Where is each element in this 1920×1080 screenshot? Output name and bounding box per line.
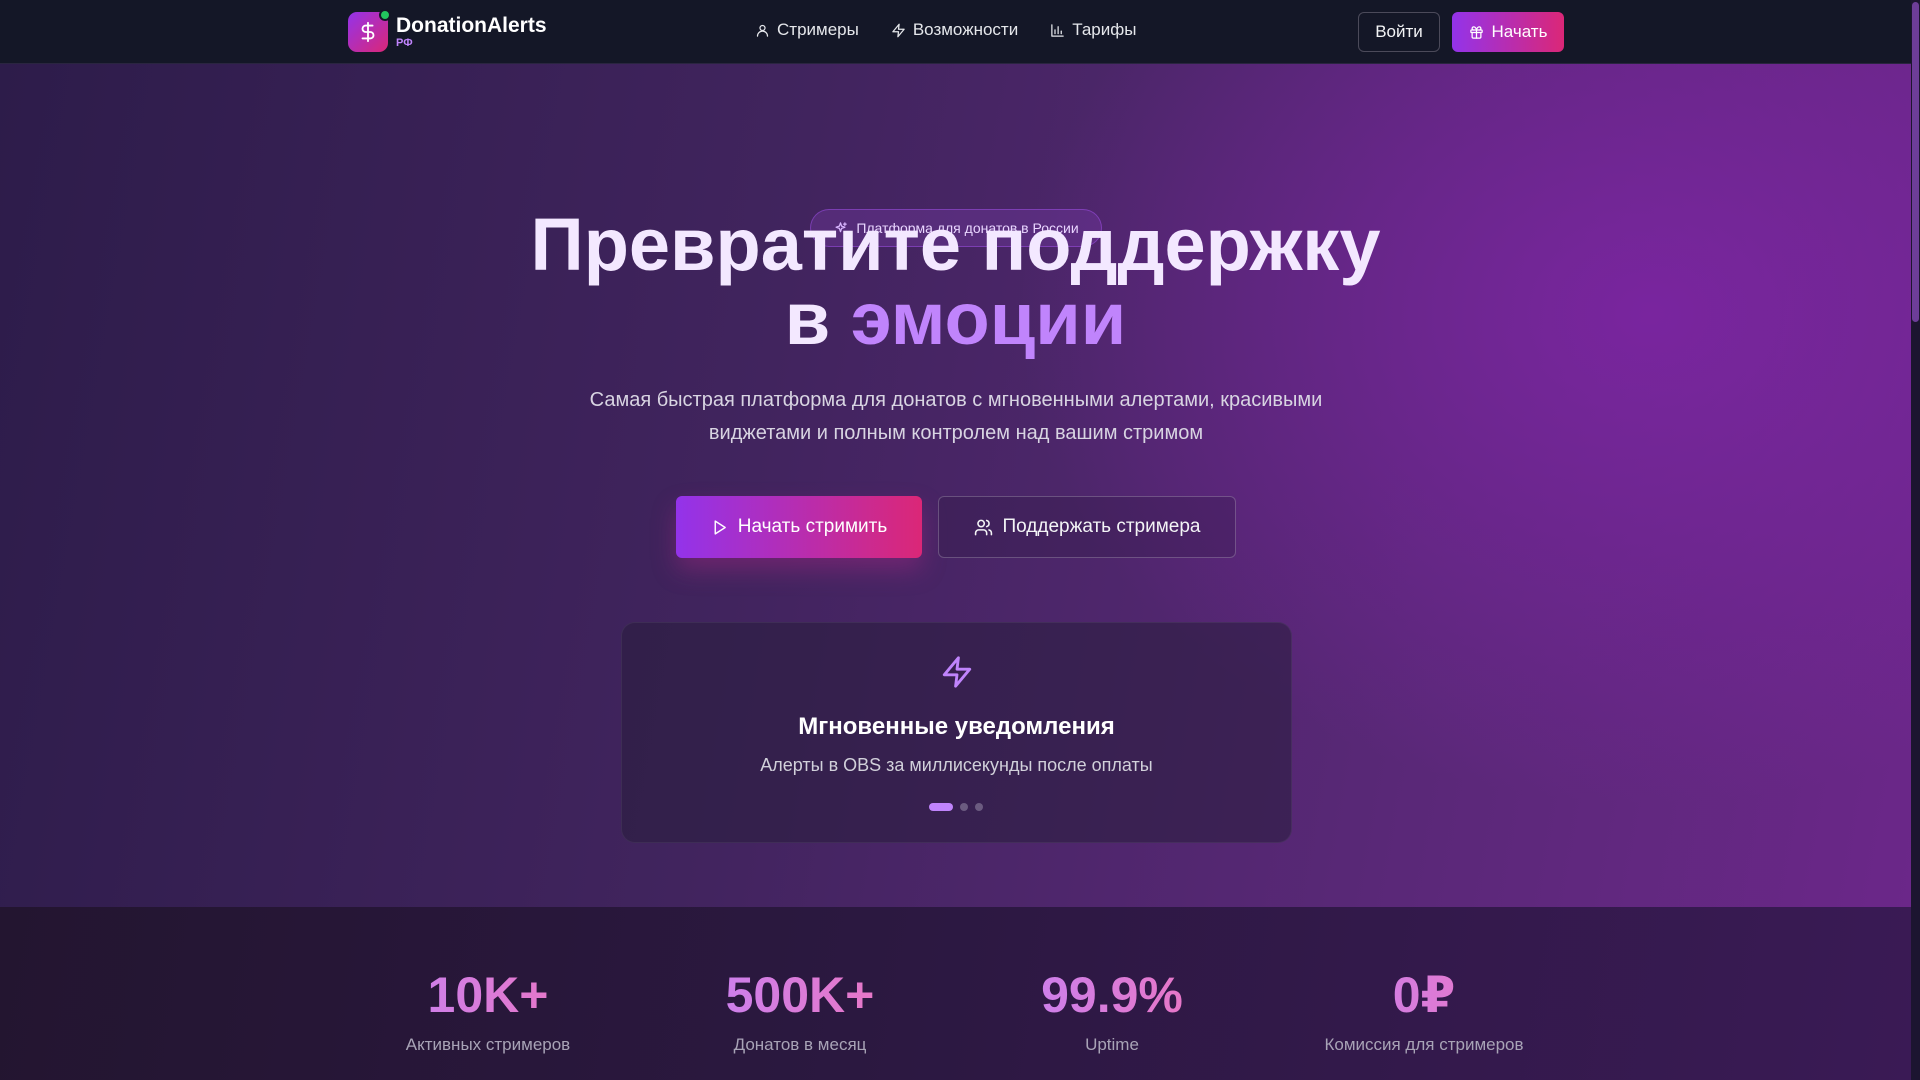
nav-item-features[interactable]: Возможности	[891, 20, 1018, 40]
start-button-label: Начать	[1491, 22, 1548, 41]
support-streamer-label: Поддержать стримера	[1002, 516, 1201, 537]
stat-value: 99.9%	[962, 967, 1262, 1023]
start-streaming-button[interactable]: Начать стримить	[676, 496, 922, 558]
zap-icon	[942, 656, 972, 688]
stat-value: 500K+	[650, 967, 950, 1023]
headline-line-2: в эмоции	[0, 282, 1911, 356]
stat-commission: 0₽ Комиссия для стримеров	[1274, 967, 1574, 1055]
stat-value: 0₽	[1274, 967, 1574, 1023]
play-icon	[714, 519, 726, 535]
top-navbar: DonationAlerts РФ Стримеры Возможности Т…	[0, 0, 1911, 64]
hero-subtitle: Самая быстрая платформа для донатов с мг…	[589, 389, 1323, 444]
main-nav: Стримеры Возможности Тарифы	[755, 20, 1136, 40]
feature-carousel-card: Мгновенные уведомления Алерты в OBS за м…	[621, 622, 1292, 843]
nav-label: Стримеры	[777, 20, 859, 39]
user-icon	[756, 24, 769, 37]
zap-icon	[892, 23, 905, 37]
start-button[interactable]: Начать	[1452, 12, 1564, 52]
stat-label: Uptime	[1085, 1035, 1139, 1054]
stat-label: Донатов в месяц	[733, 1035, 867, 1054]
start-streaming-label: Начать стримить	[737, 516, 888, 537]
feature-description: Алерты в OBS за миллисекунды после оплат…	[760, 755, 1153, 775]
nav-label: Возможности	[912, 20, 1019, 39]
carousel-dot-2[interactable]	[960, 803, 968, 811]
stats-section: 10K+ Активных стримеров 500K+ Донатов в …	[0, 907, 1911, 1080]
logo-subtitle: РФ	[396, 37, 413, 49]
nav-item-streamers[interactable]: Стримеры	[755, 20, 859, 40]
dollar-icon	[348, 9, 391, 52]
carousel-dot-3[interactable]	[975, 803, 983, 811]
stat-value: 10K+	[338, 967, 638, 1023]
stat-label: Активных стримеров	[405, 1035, 571, 1054]
headline-accent: эмоции	[850, 277, 1127, 360]
headline-prefix: в	[784, 277, 851, 360]
support-streamer-button[interactable]: Поддержать стримера	[938, 496, 1236, 558]
carousel-dot-1[interactable]	[929, 803, 953, 811]
page-scrollbar[interactable]	[1911, 0, 1920, 1080]
logo[interactable]: DonationAlerts РФ	[348, 9, 547, 52]
logo-name: DonationAlerts	[396, 14, 547, 37]
login-button[interactable]: Войти	[1358, 12, 1440, 52]
stat-uptime: 99.9% Uptime	[962, 967, 1262, 1055]
scrollbar-thumb[interactable]	[1912, 2, 1919, 322]
stat-donations: 500K+ Донатов в месяц	[650, 967, 950, 1055]
gift-icon	[1469, 25, 1483, 39]
carousel-dots	[929, 803, 983, 811]
stat-label: Комиссия для стримеров	[1324, 1035, 1524, 1054]
nav-label: Тарифы	[1072, 20, 1137, 39]
bar-chart-icon	[1051, 23, 1064, 37]
feature-title: Мгновенные уведомления	[798, 713, 1115, 740]
hero-headline: Превратите поддержку в эмоции	[0, 208, 1911, 356]
headline-line-1: Превратите поддержку	[530, 203, 1381, 286]
nav-item-pricing[interactable]: Тарифы	[1050, 20, 1136, 40]
online-status-dot	[379, 9, 391, 21]
stat-streamers: 10K+ Активных стримеров	[338, 967, 638, 1055]
users-icon	[974, 519, 992, 535]
